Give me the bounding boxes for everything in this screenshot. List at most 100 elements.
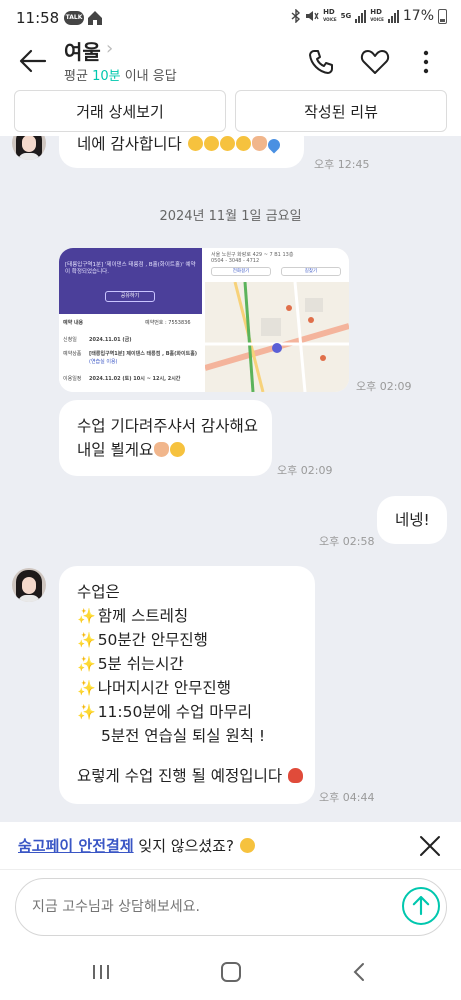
- row-label: 신청일: [63, 337, 77, 343]
- list-item: 11:50분에 수업 마무리: [97, 703, 253, 721]
- smile-emoji-icon: [235, 136, 251, 151]
- sparkles-icon: ✨: [77, 655, 96, 673]
- chat-header: 여울 › 평균 10분 이내 응답: [0, 36, 461, 86]
- recent-apps-icon[interactable]: [91, 963, 111, 981]
- smile-emoji-icon: [170, 442, 186, 457]
- message-text: 네넹!: [395, 511, 430, 529]
- message-time: 오후 02:58: [319, 535, 375, 548]
- system-nav-bar: [0, 944, 461, 1000]
- bluetooth-icon: [291, 9, 301, 23]
- list-item: 50분간 안무진행: [97, 631, 208, 649]
- map-phone: 0504 - 3048 - 4712: [211, 258, 260, 264]
- row-sub: (연습실 이용): [89, 359, 118, 365]
- hd-voice-label: HD VOICE: [323, 8, 337, 23]
- signal-icon: [355, 9, 367, 23]
- message-input[interactable]: [15, 878, 447, 936]
- row-label: 이용일정: [63, 376, 82, 382]
- mute-icon: [306, 11, 319, 21]
- message-text: 5분전 연습실 퇴실 원칙 !: [101, 727, 266, 745]
- reservation-label: 예약 내용: [63, 320, 84, 326]
- sparkles-icon: ✨: [77, 631, 96, 649]
- sparkles-icon: ✨: [77, 703, 96, 721]
- response-highlight: 10분: [92, 69, 121, 84]
- written-review-button[interactable]: 작성된 리뷰: [235, 90, 447, 132]
- sparkles-icon: ✨: [77, 679, 96, 697]
- wink-emoji-icon: [239, 838, 255, 853]
- more-vertical-icon[interactable]: [418, 47, 434, 77]
- home-icon[interactable]: [221, 962, 241, 982]
- row-label: 예약상품: [63, 351, 82, 357]
- message-text: 수업은: [77, 583, 120, 601]
- list-item: 나머지시간 안무진행: [97, 679, 231, 697]
- smile-emoji-icon: [187, 136, 203, 151]
- action-bar: 거래 상세보기 작성된 리뷰: [0, 86, 461, 136]
- heart-emoji-icon: [288, 768, 304, 783]
- map-header: 서울 노원구 화랑로 429 ~ 7 B1 13층 0504 - 3048 - …: [205, 248, 349, 282]
- row-value: 2024.11.02 (토) 10시 ~ 12시, 2시간: [89, 376, 181, 382]
- pray-emoji-icon: [154, 442, 170, 457]
- response-time: 평균 10분 이내 응답: [64, 65, 177, 84]
- back-arrow-icon[interactable]: [18, 48, 48, 74]
- message-time: 오후 04:44: [319, 791, 375, 804]
- pray-emoji-icon: [251, 136, 267, 151]
- message-text: 요렇게 수업 진행 될 예정입니다: [77, 767, 283, 785]
- row-value: 2024.11.01 (금): [89, 337, 132, 343]
- chevron-right-icon[interactable]: ›: [106, 38, 113, 59]
- response-prefix: 평균: [64, 69, 88, 84]
- row-value: [태릉입구역1분] 제이댄스 태릉점 , B홀(화이트홀): [89, 351, 198, 357]
- pay-notice-text: 숨고페이 안전결제 잊지 않으셨죠?: [18, 835, 255, 856]
- map-address: 서울 노원구 화랑로 429 ~ 7 B1 13층: [211, 252, 294, 258]
- home-notification-icon: [88, 11, 102, 25]
- hd-voice-label-2: HD VOICE: [370, 8, 384, 23]
- message-composer: [0, 870, 461, 944]
- map-screenshot: 서울 노원구 화랑로 429 ~ 7 B1 13층 0504 - 3048 - …: [205, 248, 349, 392]
- nav-back-icon[interactable]: [352, 962, 366, 982]
- reservation-number: 예약번호 : 7553836: [145, 320, 191, 326]
- response-suffix: 이내 응답: [124, 69, 177, 84]
- signal-icon-2: [387, 9, 399, 23]
- message-text: 내일 뵐게요: [77, 441, 154, 459]
- status-icons: HD VOICE 5G HD VOICE 17%: [291, 8, 447, 24]
- talk-notification-icon: TALK: [64, 11, 84, 25]
- date-divider: 2024년 11월 1일 금요일: [159, 209, 302, 224]
- reservation-banner: [태릉입구역1분] '제이댄스 태릉점 , B홀(화이트홀)' 예약이 확정되었…: [59, 248, 202, 314]
- network-type-label: 5G: [340, 11, 352, 20]
- avatar[interactable]: [12, 136, 46, 160]
- sparkles-icon: ✨: [77, 607, 96, 625]
- map-directions-button: 길찾기: [281, 267, 341, 276]
- banner-text: [태릉입구역1분] '제이댄스 태릉점 , B홀(화이트홀)' 예약이 확정되었…: [65, 262, 196, 275]
- message-text: 수업 기다려주샤서 감사해요: [77, 417, 258, 435]
- partner-name[interactable]: 여울: [64, 36, 101, 65]
- send-arrow-icon[interactable]: [402, 887, 440, 925]
- close-icon[interactable]: [418, 834, 442, 858]
- battery-percent: 17%: [402, 8, 434, 24]
- heart-icon[interactable]: [360, 48, 390, 76]
- message-time: 오후 02:09: [356, 380, 412, 393]
- reservation-screenshot: [태릉입구역1분] '제이댄스 태릉점 , B홀(화이트홀)' 예약이 확정되었…: [59, 248, 202, 392]
- reservation-image[interactable]: [태릉입구역1분] '제이댄스 태릉점 , B홀(화이트홀)' 예약이 확정되었…: [59, 248, 349, 392]
- message-time: 오후 02:09: [277, 464, 333, 477]
- status-time: 11:58: [16, 9, 60, 27]
- chat-area[interactable]: 네에 감사합니다 오후 12:45 2024년 11월 1일 금요일 [태릉입구…: [0, 136, 461, 822]
- blue-heart-emoji-icon: [265, 136, 283, 154]
- deal-detail-button[interactable]: 거래 상세보기: [14, 90, 226, 132]
- avatar[interactable]: [12, 568, 46, 602]
- message-text: 네에 감사합니다: [77, 136, 182, 153]
- pay-notice-suffix: 잊지 않으셨죠?: [138, 837, 234, 855]
- status-bar: 11:58 TALK HD VOICE 5G HD VOICE 17%: [0, 0, 461, 36]
- safe-payment-link[interactable]: 숨고페이 안전결제: [18, 837, 134, 855]
- my-message-bubble: 네넹!: [377, 496, 447, 544]
- message-time: 오후 12:45: [314, 158, 370, 171]
- battery-icon: [438, 8, 447, 24]
- smile-emoji-icon: [203, 136, 219, 151]
- smile-emoji-icon: [219, 136, 235, 151]
- message-bubble: 수업 기다려주샤서 감사해요 내일 뵐게요: [59, 400, 272, 476]
- message-bubble: 수업은 ✨ 함께 스트레칭 ✨ 50분간 안무진행 ✨ 5분 쉬는시간 ✨ 나머지시간 …: [59, 566, 315, 804]
- phone-icon[interactable]: [306, 47, 336, 77]
- map-call-button: 전화걸기: [211, 267, 271, 276]
- list-item: 5분 쉬는시간: [97, 655, 184, 673]
- message-bubble: 네에 감사합니다: [59, 136, 304, 168]
- safe-payment-notice: 숨고페이 안전결제 잊지 않으셨죠?: [0, 822, 461, 870]
- share-button: 공유하기: [105, 291, 155, 302]
- list-item: 함께 스트레칭: [97, 607, 189, 625]
